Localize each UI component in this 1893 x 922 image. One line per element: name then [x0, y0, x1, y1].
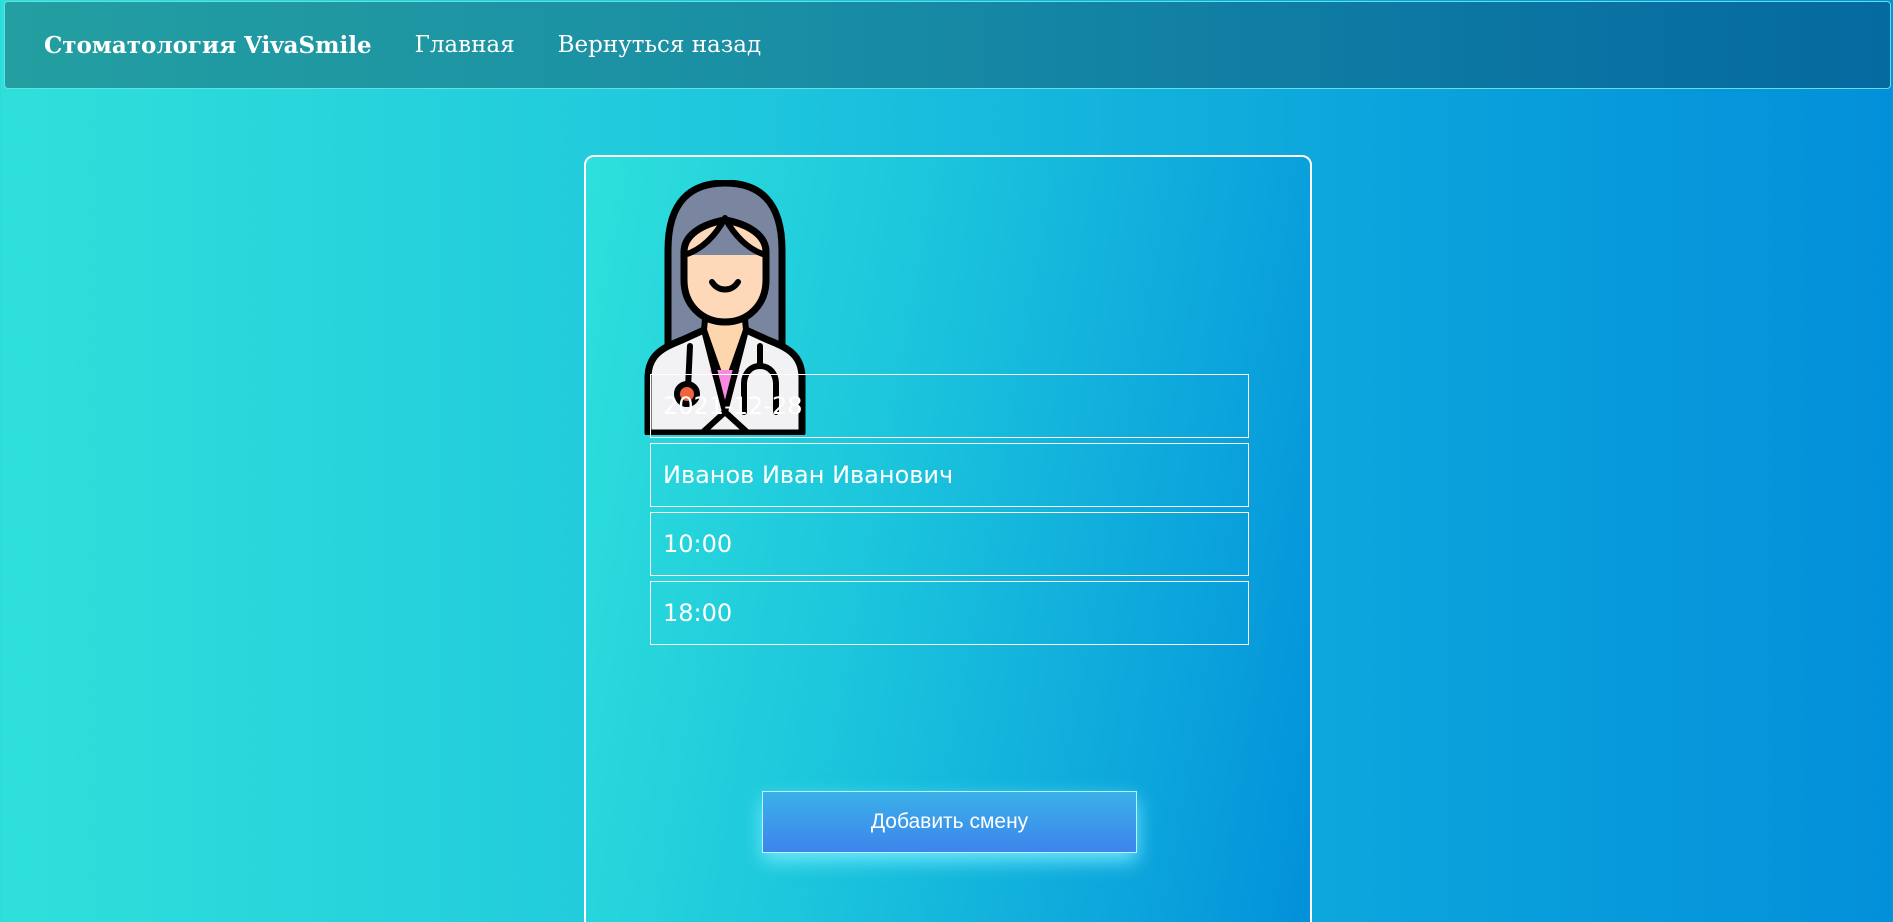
doctor-name-field[interactable] [650, 443, 1249, 507]
date-field[interactable] [650, 374, 1249, 438]
nav-link-back[interactable]: Вернуться назад [558, 32, 762, 58]
end-time-field[interactable] [650, 581, 1249, 645]
add-shift-button[interactable]: Добавить смену [762, 791, 1137, 853]
shift-form-card: Добавить смену [584, 155, 1312, 922]
brand-link[interactable]: Стоматология VivaSmile [44, 32, 372, 59]
navbar: Стоматология VivaSmile Главная Вернуться… [4, 1, 1891, 89]
nav-link-home[interactable]: Главная [415, 32, 515, 58]
start-time-field[interactable] [650, 512, 1249, 576]
